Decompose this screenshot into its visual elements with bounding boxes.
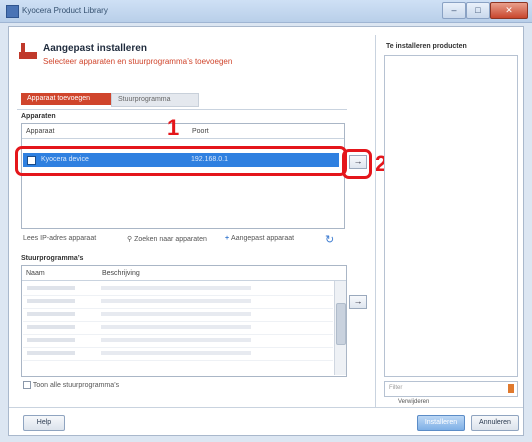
col-device-name[interactable]: Apparaat [26, 128, 54, 135]
app-icon [6, 5, 19, 18]
add-driver-arrow-button[interactable]: → [349, 295, 367, 309]
custom-device-label: Aangepast apparaat [231, 235, 295, 242]
dialog-client: Aangepast installeren Selecteer apparate… [8, 26, 524, 436]
page-title: Aangepast installeren [43, 43, 147, 54]
title-bar: Kyocera Product Library – □ ✕ [0, 0, 532, 23]
search-devices-button[interactable]: ⚲ Zoeken naar apparaten [127, 235, 207, 243]
show-all-drivers-label: Toon alle stuurprogramma’s [32, 381, 120, 389]
maximize-button[interactable]: □ [466, 2, 490, 19]
drivers-section-label: Stuurprogramma’s [21, 255, 84, 262]
tab-divider [17, 109, 347, 110]
install-list[interactable] [384, 55, 518, 377]
window-title: Kyocera Product Library [22, 6, 108, 15]
col-driver-name[interactable]: Naam [26, 270, 45, 277]
scrollbar-thumb[interactable] [336, 303, 346, 345]
install-list-title: Te installeren producten [386, 43, 467, 50]
table-row[interactable] [23, 349, 333, 361]
read-ip-button[interactable]: Lees IP-adres apparaat [23, 235, 96, 242]
show-all-drivers-option[interactable]: Toon alle stuurprogramma’s [23, 381, 119, 389]
table-row[interactable] [23, 310, 333, 322]
help-button[interactable]: Help [23, 415, 65, 431]
refresh-icon[interactable]: ↻ [325, 233, 334, 246]
custom-device-button[interactable]: + Aangepast apparaat [225, 235, 294, 242]
footer-divider [9, 407, 523, 408]
table-row[interactable] [23, 284, 333, 296]
dialog-header: Aangepast installeren Selecteer apparate… [9, 27, 377, 79]
callout-highlight-2 [342, 149, 372, 179]
install-icon [19, 43, 37, 59]
tab-driver[interactable]: Stuurprogramma [111, 93, 199, 107]
install-list-pane: Te installeren producten Filter Verwijde… [384, 41, 518, 411]
checkbox[interactable] [23, 381, 31, 389]
install-button[interactable]: Installeren [417, 415, 465, 431]
close-button[interactable]: ✕ [490, 2, 528, 19]
filter-placeholder: Filter [389, 385, 403, 391]
callout-number-1: 1 [167, 115, 180, 140]
devices-grid[interactable]: Apparaat Poort [21, 123, 345, 229]
remove-button[interactable]: Verwijderen [398, 399, 429, 405]
remove-icon[interactable] [508, 384, 514, 393]
table-row[interactable] [23, 336, 333, 348]
table-row[interactable] [23, 323, 333, 335]
cancel-button[interactable]: Annuleren [471, 415, 519, 431]
drivers-grid[interactable]: Naam Beschrijving [21, 265, 347, 377]
drivers-scrollbar[interactable] [334, 281, 346, 375]
callout-highlight-1 [15, 146, 347, 176]
page-subtitle: Selecteer apparaten en stuurprogramma’s … [43, 57, 233, 66]
pane-divider [375, 35, 376, 407]
col-device-port[interactable]: Poort [192, 128, 209, 135]
table-row[interactable] [23, 297, 333, 309]
minimize-button[interactable]: – [442, 2, 466, 19]
devices-section-label: Apparaten [21, 113, 56, 120]
search-devices-label: Zoeken naar apparaten [134, 236, 207, 243]
tab-add-device[interactable]: Apparaat toevoegen [21, 93, 119, 105]
filter-input[interactable]: Filter [384, 381, 518, 397]
col-driver-desc[interactable]: Beschrijving [102, 270, 140, 277]
